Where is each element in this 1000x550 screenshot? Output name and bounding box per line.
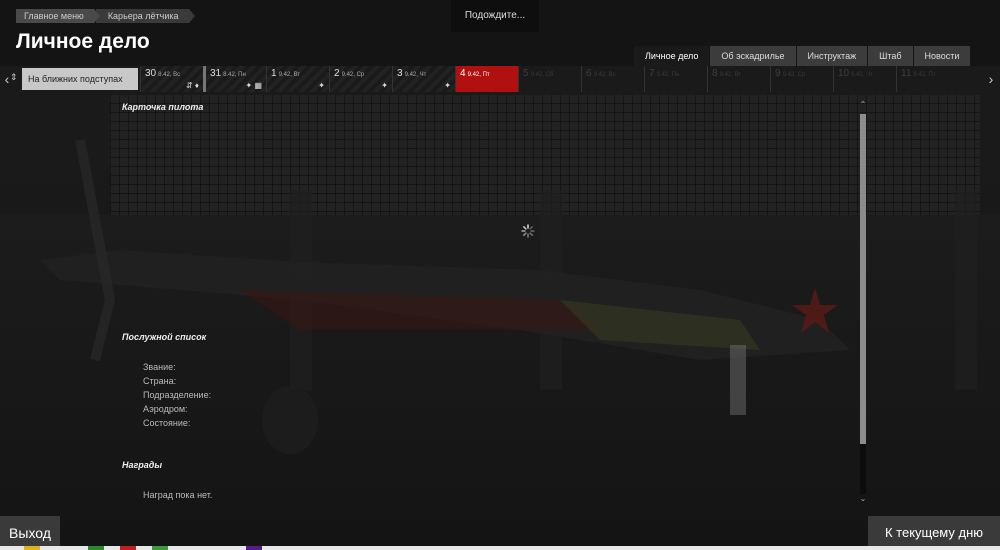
loading-notice: Подождите... <box>451 0 539 32</box>
day-date-meta: 9.42, Ср <box>341 72 365 78</box>
day-cell[interactable]: 1 9.42, Вт ✦ <box>266 66 329 92</box>
day-number: 10 <box>838 68 850 79</box>
day-cell[interactable]: 7 9.42, Пн <box>644 66 707 92</box>
scroll-thumb[interactable] <box>860 114 866 444</box>
taskbar-app-icon[interactable] <box>120 546 136 550</box>
scroll-up-icon[interactable]: ⌃ <box>858 100 868 110</box>
tab-personal-file[interactable]: Личное дело <box>634 46 710 66</box>
day-date-meta: 8.42, Пн <box>223 72 246 78</box>
country-label: Страна: <box>143 376 177 386</box>
day-cell[interactable]: 10 9.42, Чт <box>833 66 896 92</box>
day-date-meta: 9.42, Ср <box>782 72 806 78</box>
day-cell[interactable]: 6 9.42, Вс <box>581 66 644 92</box>
sort-icon[interactable]: ⇕ <box>10 72 18 83</box>
day-cell[interactable]: 4 9.42, Пт <box>455 66 518 92</box>
day-number: 4 <box>460 68 466 79</box>
status-label: Состояние: <box>143 418 191 428</box>
breadcrumb-main-menu[interactable]: Главное меню <box>16 9 100 23</box>
scroll-down-icon[interactable]: ⌄ <box>858 494 868 504</box>
day-cell[interactable]: 8 9.42, Вт <box>707 66 770 92</box>
day-number: 5 <box>523 68 529 79</box>
day-date-meta: 9.42, Вт <box>719 72 742 78</box>
scrollbar[interactable]: ⌃ ⌄ <box>858 100 868 504</box>
day-number: 2 <box>334 68 340 79</box>
day-status-icon: ✦ <box>444 81 451 90</box>
day-status-icon: ⇵ ♦ <box>185 81 199 90</box>
breadcrumb: Главное меню Карьера лётчика <box>16 9 195 23</box>
taskbar-app-icon[interactable] <box>246 546 262 550</box>
tab-bar: Личное дело Об эскадрилье Инструктаж Шта… <box>633 46 971 66</box>
loading-text: Подождите... <box>464 10 526 21</box>
day-number: 30 <box>145 68 157 79</box>
day-cell[interactable]: 11 9.42, Пт <box>896 66 959 92</box>
chevron-right-icon[interactable]: › <box>984 66 998 92</box>
day-number: 6 <box>586 68 592 79</box>
loading-spinner-icon <box>521 224 535 238</box>
tab-news[interactable]: Новости <box>913 46 971 66</box>
day-date-meta: 9.42, Пн <box>656 72 680 78</box>
day-date-meta: 9.42, Вс <box>593 72 616 78</box>
day-status-icon: ✦ <box>381 81 388 90</box>
taskbar-app-icon[interactable] <box>152 546 168 550</box>
day-cell[interactable]: 2 9.42, Ср ✦ <box>329 66 392 92</box>
day-number: 7 <box>649 68 655 79</box>
day-number: 1 <box>271 68 277 79</box>
breadcrumb-pilot-career[interactable]: Карьера лётчика <box>95 9 195 23</box>
airfield-label: Аэродром: <box>143 404 188 414</box>
day-number: 31 <box>210 68 222 79</box>
scroll-track[interactable] <box>860 114 866 494</box>
day-date-meta: 9.42, Сб <box>530 72 554 78</box>
taskbar-app-icon[interactable] <box>24 546 40 550</box>
day-date-meta: 9.42, Чт <box>851 72 873 78</box>
day-number: 3 <box>397 68 403 79</box>
tab-about-squadron[interactable]: Об эскадрилье <box>710 46 796 66</box>
top-header: Главное меню Карьера лётчика Личное дело… <box>0 0 1000 66</box>
day-number: 11 <box>901 68 912 79</box>
tab-hq[interactable]: Штаб <box>868 46 913 66</box>
date-strip: ‹ ⇕ На ближних подступах 30 8.42, Вс ⇵ ♦ 31… <box>0 66 1000 92</box>
day-cell[interactable]: 30 8.42, Вс ⇵ ♦ <box>140 66 203 92</box>
os-taskbar <box>0 546 1000 550</box>
tab-briefing[interactable]: Инструктаж <box>796 46 868 66</box>
service-record-heading: Послужной список <box>122 332 207 342</box>
unit-label: Подразделение: <box>143 390 212 400</box>
day-cell[interactable]: 5 9.42, Сб <box>518 66 581 92</box>
taskbar-app-icon[interactable] <box>88 546 104 550</box>
day-date-meta: 9.42, Пт <box>467 72 490 78</box>
rank-label: Звание: <box>143 362 176 372</box>
day-date-meta: 9.42, Вт <box>278 72 301 78</box>
day-number: 9 <box>775 68 781 79</box>
no-awards-text: Наград пока нет. <box>143 490 213 500</box>
day-status-icon: ✦ <box>318 81 325 90</box>
exit-button[interactable]: Выход <box>0 516 60 550</box>
day-number: 8 <box>712 68 718 79</box>
awards-heading: Награды <box>122 460 163 470</box>
day-status-icon: ✦ ▦ <box>245 81 262 90</box>
day-cell[interactable]: 3 9.42, Чт ✦ <box>392 66 455 92</box>
pilot-card-heading: Карточка пилота <box>122 102 204 112</box>
day-cell[interactable]: 31 8.42, Пн ✦ ▦ <box>203 66 266 92</box>
day-date-meta: 8.42, Вс <box>158 72 181 78</box>
day-date-meta: 9.42, Чт <box>404 72 427 78</box>
day-date-meta: 9.42, Пт <box>913 72 936 78</box>
operation-filter-button[interactable]: На ближних подступах <box>22 68 138 90</box>
day-cell[interactable]: 9 9.42, Ср <box>770 66 833 92</box>
page-title: Личное дело <box>16 30 150 53</box>
to-current-day-button[interactable]: К текущему дню <box>868 516 1000 550</box>
